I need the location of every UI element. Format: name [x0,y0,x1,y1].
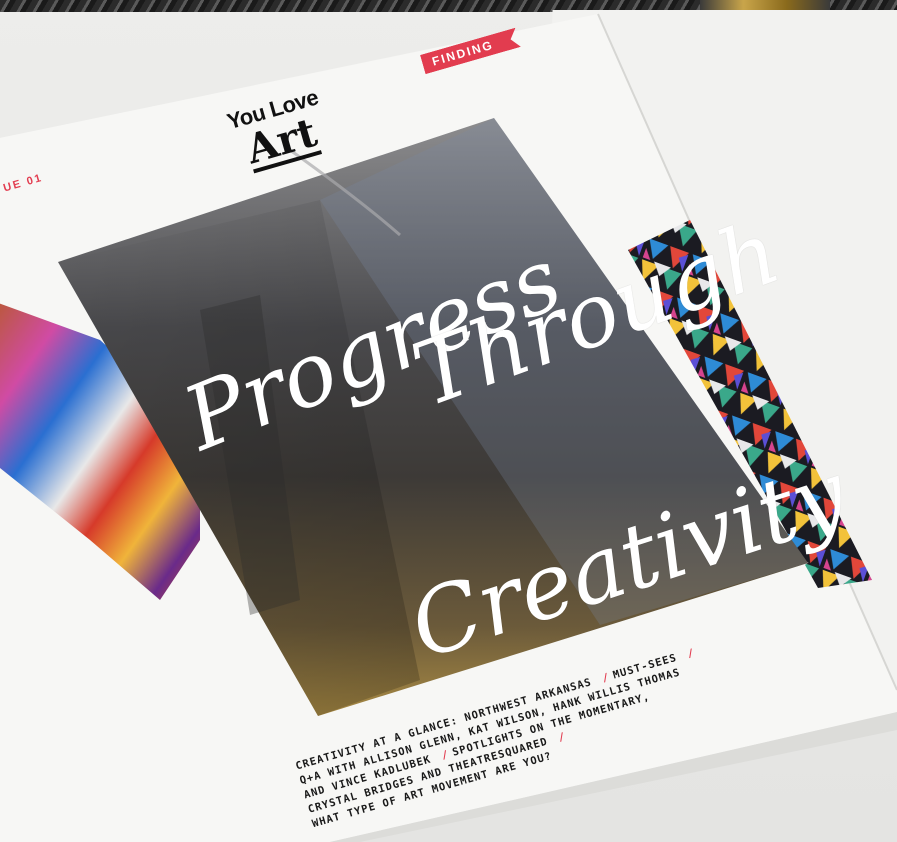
magazine-photo-scene: FINDING UE 01 You Love Art Progress Thro… [0,0,897,842]
contents-separator: / [556,730,568,745]
contents-separator: / [685,646,697,661]
magazine-cover: FINDING UE 01 You Love Art Progress Thro… [0,0,897,842]
